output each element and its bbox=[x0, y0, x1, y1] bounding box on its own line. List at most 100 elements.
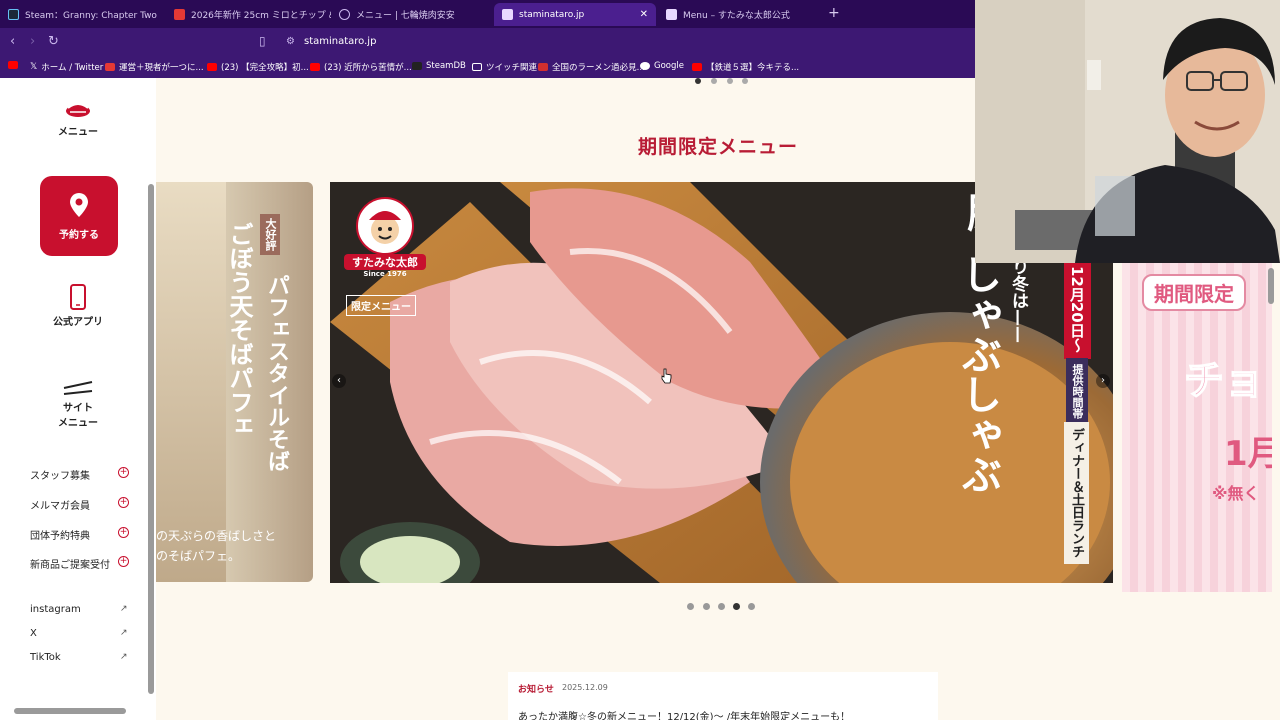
brand-since: Since 1976 bbox=[363, 270, 407, 278]
sidebar-link-proposal[interactable]: 新商品ご提案受付 bbox=[30, 556, 110, 571]
bookmark-item[interactable]: 全国のラーメン過必見... bbox=[538, 61, 645, 73]
shop-icon bbox=[174, 9, 185, 20]
prev-carousel-dot[interactable] bbox=[711, 78, 717, 84]
close-icon[interactable]: ✕ bbox=[640, 9, 648, 20]
carousel-prev-icon[interactable]: ‹ bbox=[332, 374, 346, 388]
bookmark-item[interactable]: (23) 【完全攻略】初... bbox=[207, 61, 309, 73]
carousel-dot[interactable] bbox=[748, 603, 755, 610]
bookmark-youtube[interactable] bbox=[8, 61, 18, 69]
url-text[interactable]: staminataro.jp bbox=[304, 36, 376, 47]
bookmark-folder[interactable]: ツイッチ関連 bbox=[472, 61, 537, 73]
site-sidebar: メニュー 予約する 公式アプリ サイト メニュー スタッフ募集 + メルマガ会員… bbox=[0, 78, 156, 720]
horizontal-scrollbar[interactable] bbox=[14, 708, 126, 714]
news-card[interactable]: お知らせ 2025.12.09 あったか満腹☆冬の新メニュー！12/12(金)〜… bbox=[508, 672, 938, 720]
tab-label: メニュー | 七輪焼肉安安 bbox=[356, 11, 455, 21]
tab-label: Steam：Granny: Chapter Two bbox=[25, 11, 157, 21]
bookmark-label: ツイッチ関連 bbox=[486, 63, 538, 73]
sidebar-app-label: 公式アプリ bbox=[53, 317, 103, 328]
plus-circle-icon: + bbox=[118, 497, 129, 508]
bookmark-twitter[interactable]: 𝕏 ホーム / Twitter bbox=[30, 61, 103, 73]
sidebar-link-mailmag[interactable]: メルマガ会員 bbox=[30, 497, 90, 512]
tab-staminataro[interactable]: staminataro.jp ✕ bbox=[494, 3, 656, 26]
serving-hours: ディナー＆土日ランチ bbox=[1064, 422, 1089, 564]
page-scrollbar[interactable] bbox=[1268, 268, 1274, 304]
carousel-slide-choco[interactable]: 期間限定 チョ 1月 ※無く bbox=[1122, 262, 1272, 592]
steamdb-icon bbox=[412, 62, 422, 70]
social-instagram[interactable]: instagram bbox=[30, 604, 81, 615]
bookmark-icon bbox=[105, 63, 115, 71]
tab-shop[interactable]: 2026年新作 25cm ミロとチップ ぬいぐるみ bbox=[166, 3, 331, 26]
slide-intro: り冬は—— bbox=[1008, 258, 1028, 343]
hours-label: 提供時間帯 bbox=[1066, 358, 1088, 425]
site-info-icon[interactable]: ⚙ bbox=[286, 36, 295, 47]
section-title: 期間限定メニュー bbox=[638, 136, 799, 158]
reserve-button[interactable]: 予約する bbox=[40, 176, 118, 256]
new-tab-button[interactable]: + bbox=[828, 5, 840, 21]
limited-banner: 期間限定 bbox=[1142, 274, 1246, 311]
sidebar-app[interactable]: 公式アプリ bbox=[0, 284, 156, 328]
forward-icon[interactable]: › bbox=[30, 34, 35, 49]
bookmark-item[interactable]: (23) 近所から苦情が... bbox=[310, 61, 412, 73]
bookmark-item[interactable]: 【鉄道５選】今キテる... bbox=[692, 61, 799, 73]
address-bar: ‹ › ↻ ▯ ⚙ staminataro.jp bbox=[0, 28, 975, 56]
reload-icon[interactable]: ↻ bbox=[48, 34, 59, 49]
news-title[interactable]: あったか満腹☆冬の新メニュー！12/12(金)〜 /年末年始限定メニューも！ bbox=[518, 708, 850, 720]
limited-menu-tag: 限定メニュー bbox=[346, 295, 416, 316]
soba-title-1: パフェスタイルそば bbox=[264, 274, 289, 472]
sidebar-link-group[interactable]: 団体予約特典 bbox=[30, 527, 90, 542]
bookmark-label: (23) 近所から苦情が... bbox=[324, 63, 412, 73]
prev-carousel-dot[interactable] bbox=[727, 78, 733, 84]
bookmark-steamdb[interactable]: SteamDB bbox=[412, 61, 466, 71]
dish-name: しゃぶしゃぶ bbox=[955, 254, 1001, 494]
soba-photo bbox=[156, 182, 226, 582]
webcam-overlay bbox=[975, 0, 1280, 263]
sidebar-site-menu[interactable]: サイト メニュー bbox=[0, 380, 156, 429]
tab-label: staminataro.jp bbox=[519, 9, 585, 20]
sidebar-site-menu-label-2: メニュー bbox=[58, 418, 98, 429]
tab-menu[interactable]: Menu – すたみな太郎公式 bbox=[658, 3, 823, 26]
carousel-dot-active[interactable] bbox=[733, 603, 740, 610]
mascot-icon bbox=[356, 197, 414, 255]
browser-tab-bar: Steam：Granny: Chapter Two 2026年新作 25cm ミ… bbox=[0, 0, 975, 28]
back-icon[interactable]: ‹ bbox=[10, 34, 15, 49]
bookmark-label: SteamDB bbox=[426, 61, 466, 71]
tab-label: Menu – すたみな太郎公式 bbox=[683, 11, 790, 21]
slide-date: 12月20日〜 bbox=[1064, 260, 1091, 359]
site-icon bbox=[666, 9, 677, 20]
bookmark-label: (23) 【完全攻略】初... bbox=[221, 63, 309, 73]
sushi-icon bbox=[66, 103, 90, 117]
choco-title: チョ bbox=[1183, 357, 1265, 405]
bookmark-item[interactable]: 運営＋現者が一つに... bbox=[105, 61, 204, 73]
youtube-icon bbox=[692, 63, 702, 71]
sidebar-scrollbar[interactable] bbox=[148, 184, 154, 694]
sidebar-site-menu-label-1: サイト bbox=[63, 403, 93, 414]
carousel-dot[interactable] bbox=[687, 603, 694, 610]
news-date: 2025.12.09 bbox=[562, 683, 608, 692]
tab-label: 2026年新作 25cm ミロとチップ ぬいぐるみ bbox=[191, 11, 331, 21]
social-x[interactable]: X bbox=[30, 628, 37, 639]
x-icon: 𝕏 bbox=[30, 62, 38, 72]
prev-carousel-dot[interactable] bbox=[742, 78, 748, 84]
tab-steam[interactable]: Steam：Granny: Chapter Two bbox=[0, 3, 166, 26]
bookmark-label: 【鉄道５選】今キテる... bbox=[706, 63, 800, 73]
tab-yakiniku[interactable]: メニュー | 七輪焼肉安安 bbox=[331, 3, 494, 26]
choco-date: 1月 bbox=[1224, 434, 1272, 474]
carousel-dot[interactable] bbox=[703, 603, 710, 610]
sidebar-menu[interactable]: メニュー bbox=[0, 98, 156, 138]
smartphone-icon bbox=[70, 284, 86, 310]
hand-cursor-icon bbox=[661, 368, 672, 384]
bookmark-label: 全国のラーメン過必見... bbox=[552, 63, 645, 73]
google-icon bbox=[640, 62, 650, 70]
social-tiktok[interactable]: TikTok bbox=[30, 652, 61, 663]
location-pin-icon bbox=[70, 193, 88, 217]
sidebar-link-staff[interactable]: スタッフ募集 bbox=[30, 467, 90, 482]
carousel-slide-soba[interactable]: 大好評 パフェスタイルそば ごぼう天そばパフェ の天ぷらの香ばしさと のそばパフ… bbox=[156, 182, 313, 582]
bookmark-google[interactable]: Google bbox=[640, 61, 684, 71]
carousel-dot[interactable] bbox=[718, 603, 725, 610]
soba-title-2: ごぼう天そばパフェ bbox=[225, 222, 253, 438]
carousel-next-icon[interactable]: › bbox=[1096, 374, 1110, 388]
prev-carousel-dot[interactable] bbox=[695, 78, 701, 84]
bookmark-icon[interactable]: ▯ bbox=[259, 34, 266, 48]
badge: 大好評 bbox=[260, 214, 280, 255]
sidebar-menu-label: メニュー bbox=[58, 127, 98, 138]
